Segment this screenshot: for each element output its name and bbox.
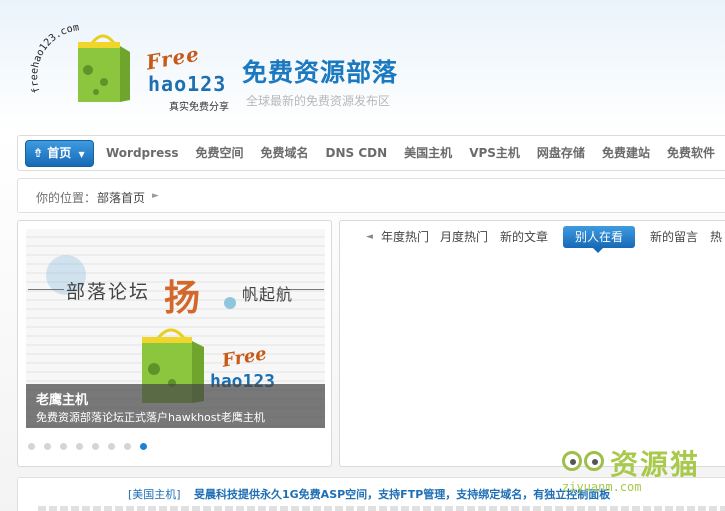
site-header: freehao123.com Free hao123 真实免费分享 免费资源部落… [0, 0, 725, 132]
nav-item-site-builder[interactable]: 免费建站 [602, 136, 650, 170]
slide-caption-desc: 免费资源部落论坛正式落户hawkhost老鹰主机 [36, 411, 265, 424]
site-subtitle: 全球最新的免费资源发布区 [246, 94, 391, 108]
nav-item-free-domain[interactable]: 免费域名 [261, 136, 309, 170]
breadcrumb-current[interactable]: 部落首页 [97, 189, 145, 206]
slide-decor-dot [224, 297, 236, 309]
slide-divider-right [290, 289, 324, 290]
chevron-down-icon: ▼ [78, 150, 85, 159]
slide-divider-left [28, 289, 64, 290]
news-excerpt-placeholder [38, 506, 725, 511]
nav-item-wordpress[interactable]: Wordpress [106, 136, 179, 170]
slider-dots [28, 443, 156, 450]
site-logo[interactable]: freehao123.com Free hao123 真实免费分享 [26, 22, 236, 122]
slide-banner-yang: 扬 [164, 277, 201, 319]
slide-caption: 老鹰主机 免费资源部落论坛正式落户hawkhost老鹰主机 [26, 384, 325, 428]
logo-tagline: 真实免费分享 [169, 102, 229, 113]
chevron-right-icon: ► [152, 191, 159, 201]
home-icon: ⇮ [33, 146, 44, 160]
nav-home-button[interactable]: ⇮ 首页 ▼ [25, 140, 94, 167]
nav-item-cloud-storage[interactable]: 网盘存储 [537, 136, 585, 170]
logo-free-text: Free [144, 41, 202, 75]
popular-tabs-panel: ◄ 年度热门 月度热门 新的文章 别人在看 新的留言 热 [339, 220, 725, 467]
slider-dot[interactable] [44, 443, 51, 450]
nav-item-free-software[interactable]: 免费软件 [667, 136, 715, 170]
main-nav: ⇮ 首页 ▼ Wordpress 免费空间 免费域名 DNS CDN 美国主机 … [17, 135, 725, 171]
news-category-tag[interactable]: [美国主机] [128, 486, 181, 502]
slider-dot[interactable] [124, 443, 131, 450]
cat-eye-icon [584, 451, 604, 471]
nav-items: Wordpress 免费空间 免费域名 DNS CDN 美国主机 VPS主机 网… [106, 136, 725, 170]
watermark: 资源猫 ziyuanm.com [558, 440, 725, 494]
breadcrumb-label: 你的位置： [36, 191, 97, 205]
tab-new-posts[interactable]: 新的文章 [500, 229, 548, 245]
featured-slider: 部落论坛 扬 帆起航 Free hao123 老鹰主机 免费资源部落论坛正式落户… [17, 220, 332, 467]
shopping-bag-icon [78, 34, 130, 102]
slide-caption-title[interactable]: 老鹰主机 [36, 389, 88, 408]
slider-dot[interactable] [92, 443, 99, 450]
tab-others-viewing[interactable]: 别人在看 [563, 226, 636, 253]
nav-item-free-hosting[interactable]: 免费空间 [196, 136, 244, 170]
cat-eye-icon [562, 451, 582, 471]
tab-new-comments[interactable]: 新的留言 [650, 229, 698, 245]
slider-dot[interactable] [140, 443, 147, 450]
svg-text:freehao123.com: freehao123.com [29, 22, 80, 94]
nav-item-vps[interactable]: VPS主机 [469, 136, 520, 170]
logo-hao-text: hao123 [148, 72, 227, 96]
tab-yearly-hot[interactable]: 年度热门 [381, 229, 429, 245]
slider-dot[interactable] [76, 443, 83, 450]
slider-dot[interactable] [60, 443, 67, 450]
nav-item-dns-cdn[interactable]: DNS CDN [326, 136, 388, 170]
tab-monthly-hot[interactable]: 月度热门 [440, 229, 488, 245]
slider-dot[interactable] [108, 443, 115, 450]
watermark-url: ziyuanm.com [562, 480, 642, 494]
watermark-text: 资源猫 [610, 448, 701, 481]
nav-home-label: 首页 [47, 146, 72, 160]
breadcrumb: 你的位置： 部落首页 ► [17, 178, 725, 213]
nav-item-us-host[interactable]: 美国主机 [404, 136, 452, 170]
tab-hot[interactable]: 热 [710, 229, 722, 245]
slide-banner-text: 部落论坛 [66, 281, 151, 303]
slider-dot[interactable] [28, 443, 35, 450]
chevron-left-icon[interactable]: ◄ [366, 232, 373, 242]
slide-image[interactable]: 部落论坛 扬 帆起航 Free hao123 老鹰主机 免费资源部落论坛正式落户… [26, 229, 325, 428]
slide-banner-fan: 帆起航 [242, 285, 294, 304]
news-title-link[interactable]: 旻晨科技提供永久1G免费ASP空间，支持FTP管理，支持绑定域名，有独立控制面板 [194, 486, 610, 502]
site-title[interactable]: 免费资源部落 [242, 53, 398, 89]
